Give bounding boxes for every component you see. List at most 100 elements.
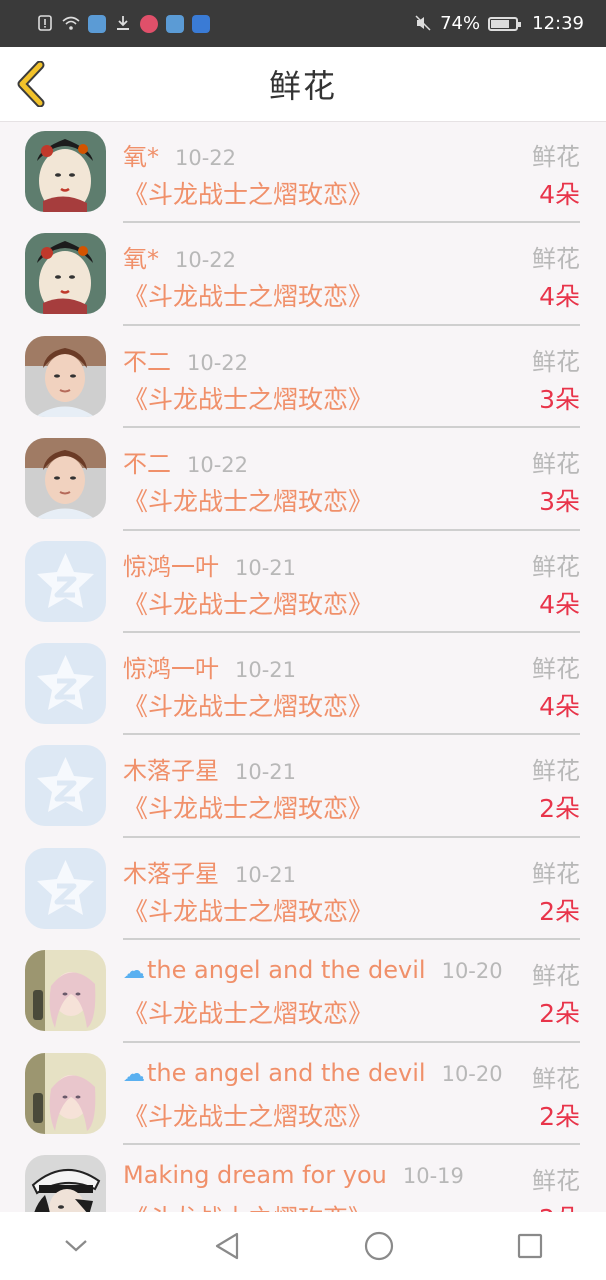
avatar[interactable] bbox=[25, 335, 106, 417]
flower-count: 4朵 bbox=[539, 691, 580, 721]
gift-type-label: 鲜花 bbox=[532, 757, 580, 786]
list-item[interactable]: 不二 10-22 鲜花《斗龙战士之熠玫恋》 3朵 bbox=[0, 428, 606, 531]
user-name-line: 氧* 10-22 bbox=[123, 239, 523, 273]
list-item[interactable]: 不二 10-22 鲜花《斗龙战士之熠玫恋》 3朵 bbox=[0, 326, 606, 429]
page-title: 鲜花 bbox=[268, 67, 337, 105]
book-title-link[interactable]: 《斗龙战士之熠玫恋》 bbox=[123, 1199, 373, 1212]
avatar[interactable] bbox=[25, 131, 106, 212]
user-name-line: 不二 10-22 bbox=[123, 444, 523, 478]
avatar[interactable] bbox=[25, 1154, 106, 1212]
chevron-left-icon bbox=[17, 60, 45, 108]
avatar[interactable] bbox=[25, 1052, 106, 1134]
nav-recents-button[interactable] bbox=[500, 1216, 560, 1276]
system-nav-bar bbox=[0, 1212, 606, 1280]
gift-date: 10-22 bbox=[187, 453, 249, 478]
book-title-link[interactable]: 《斗龙战士之熠玫恋》 bbox=[123, 380, 373, 416]
flower-count: 3朵 bbox=[539, 384, 580, 414]
user-name[interactable]: the angel and the devil bbox=[147, 1059, 426, 1087]
avatar[interactable] bbox=[25, 642, 106, 724]
book-title-link[interactable]: 《斗龙战士之熠玫恋》 bbox=[123, 585, 373, 621]
gift-type-label: 鲜花 bbox=[532, 1166, 580, 1195]
avatar[interactable] bbox=[25, 233, 106, 315]
list-item[interactable]: 惊鸿一叶 10-21 鲜花 《斗龙战士之熠玫恋》 4朵 bbox=[0, 531, 606, 633]
gift-type-label: 鲜花 bbox=[532, 654, 580, 683]
collapse-button[interactable] bbox=[46, 1216, 106, 1276]
gift-date: 10-20 bbox=[441, 959, 503, 984]
app-icon bbox=[140, 14, 158, 33]
user-name[interactable]: 不二 bbox=[123, 444, 171, 478]
list-item[interactable]: ☁ the angel and the devil 10-20 鲜花 《斗龙战士之熠玫恋… bbox=[0, 940, 606, 1043]
book-title-link[interactable]: 《斗龙战士之熠玫恋》 bbox=[123, 482, 373, 518]
book-title-link[interactable]: 《斗龙战士之熠玫恋》 bbox=[123, 789, 373, 825]
flower-count: 2朵 bbox=[539, 1101, 580, 1131]
back-button[interactable] bbox=[14, 60, 54, 108]
download-icon bbox=[114, 15, 132, 33]
gift-date: 10-19 bbox=[402, 1163, 464, 1188]
list-item[interactable]: 木落子星 10-21 鲜花 《斗龙战士之熠玫恋》 2朵 bbox=[0, 838, 606, 941]
book-title-link[interactable]: 《斗龙战士之熠玫恋》 bbox=[123, 277, 373, 313]
app-icon bbox=[166, 14, 184, 33]
user-name[interactable]: 惊鸿一叶 bbox=[123, 547, 219, 581]
user-name[interactable]: the angel and the devil bbox=[147, 956, 426, 984]
cloud-icon: ☁ bbox=[123, 959, 145, 985]
flower-count: 2朵 bbox=[539, 999, 580, 1029]
nav-home-button[interactable] bbox=[349, 1216, 409, 1276]
flower-count: 4朵 bbox=[539, 282, 580, 312]
alert-icon bbox=[36, 14, 54, 33]
battery-icon bbox=[488, 16, 522, 31]
status-bar: 74% 12:39 bbox=[0, 0, 606, 47]
user-name-line: 木落子星 10-21 bbox=[123, 854, 523, 888]
chevron-down-icon bbox=[65, 1240, 87, 1252]
avatar[interactable] bbox=[25, 745, 106, 827]
gift-date: 10-22 bbox=[187, 350, 249, 375]
avatar[interactable] bbox=[25, 847, 106, 929]
book-title-link[interactable]: 《斗龙战士之熠玫恋》 bbox=[123, 994, 373, 1030]
list-item[interactable]: Making dream for you 10-19 鲜花《斗龙战士之熠玫恋》 2朵 bbox=[0, 1145, 606, 1212]
list-item[interactable]: ☁ the angel and the devil 10-20 鲜花 《斗龙战士之熠玫恋… bbox=[0, 1043, 606, 1145]
user-name[interactable]: 木落子星 bbox=[123, 751, 219, 785]
user-name[interactable]: 惊鸿一叶 bbox=[123, 649, 219, 683]
flower-count: 2朵 bbox=[539, 1199, 580, 1212]
gift-date: 10-21 bbox=[235, 657, 297, 682]
user-name-line: ☁ the angel and the devil 10-20 bbox=[123, 1059, 523, 1093]
user-name[interactable]: 氧* bbox=[123, 239, 159, 273]
flower-count: 3朵 bbox=[539, 487, 580, 517]
gift-type-label: 鲜花 bbox=[532, 347, 580, 376]
home-circle-icon bbox=[364, 1231, 393, 1261]
status-bar-left bbox=[36, 14, 210, 33]
gift-type-label: 鲜花 bbox=[532, 552, 580, 581]
list-item[interactable]: 氧* 10-22 鲜花 《斗龙战士之熠玫恋》 4朵 bbox=[0, 121, 606, 224]
gift-type-label: 鲜花 bbox=[532, 1064, 580, 1093]
list-item[interactable]: 氧* 10-22 鲜花《斗龙战士之熠玫恋》 4朵 bbox=[0, 223, 606, 326]
recents-square-icon bbox=[518, 1233, 543, 1259]
avatar[interactable] bbox=[25, 950, 106, 1032]
user-name-line: 不二 10-22 bbox=[123, 342, 523, 376]
gift-date: 10-20 bbox=[441, 1061, 503, 1086]
list-item[interactable]: 木落子星 10-21 鲜花《斗龙战士之熠玫恋》 2朵 bbox=[0, 735, 606, 838]
user-name-line: 木落子星 10-21 bbox=[123, 751, 523, 785]
mute-icon bbox=[414, 14, 432, 33]
flower-count: 2朵 bbox=[539, 896, 580, 926]
user-name[interactable]: 木落子星 bbox=[123, 854, 219, 888]
gift-date: 10-22 bbox=[175, 248, 237, 273]
flower-gift-list[interactable]: 氧* 10-22 鲜花 《斗龙战士之熠玫恋》 4朵 氧* 10-22 鲜花 《斗龙战士之熠玫恋》… bbox=[0, 121, 606, 1212]
user-name[interactable]: 氧* bbox=[123, 137, 159, 171]
book-title-link[interactable]: 《斗龙战士之熠玫恋》 bbox=[123, 892, 373, 928]
book-title-link[interactable]: 《斗龙战士之熠玫恋》 bbox=[123, 1097, 373, 1133]
user-name[interactable]: Making dream for you bbox=[123, 1161, 387, 1189]
gift-type-label: 鲜花 bbox=[532, 450, 580, 479]
gift-type-label: 鲜花 bbox=[532, 143, 580, 171]
flower-count: 4朵 bbox=[539, 589, 580, 619]
book-title-link[interactable]: 《斗龙战士之熠玫恋》 bbox=[123, 175, 373, 211]
nav-back-button[interactable] bbox=[197, 1216, 257, 1276]
wifi-icon bbox=[62, 15, 80, 33]
book-title-link[interactable]: 《斗龙战士之熠玫恋》 bbox=[123, 687, 373, 723]
clock: 12:39 bbox=[532, 13, 584, 34]
list-item[interactable]: 惊鸿一叶 10-21 鲜花《斗龙战士之熠玫恋》 4朵 bbox=[0, 633, 606, 736]
gift-type-label: 鲜花 bbox=[532, 245, 580, 274]
user-name[interactable]: 不二 bbox=[123, 342, 171, 376]
avatar[interactable] bbox=[25, 438, 106, 520]
app-icon bbox=[192, 14, 210, 33]
flower-count: 2朵 bbox=[539, 794, 580, 824]
avatar[interactable] bbox=[25, 540, 106, 622]
